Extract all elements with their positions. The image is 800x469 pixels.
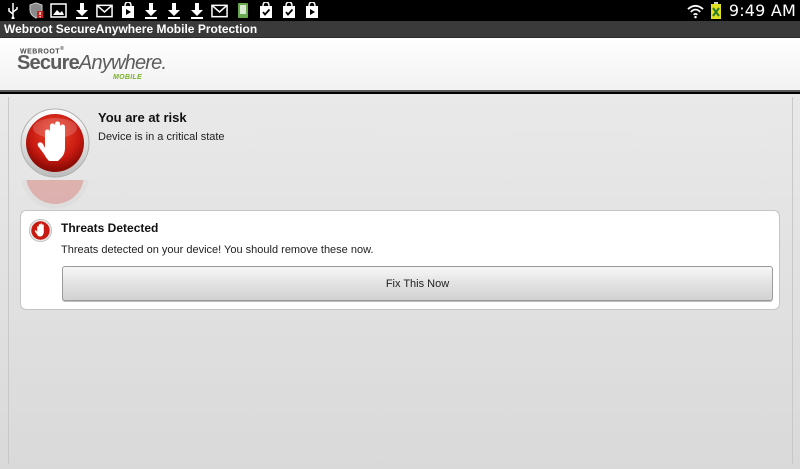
system-status[interactable]: 9:49 AM <box>687 0 796 21</box>
download-icon <box>73 2 90 19</box>
fix-this-now-button[interactable]: Fix This Now <box>62 266 773 301</box>
wifi-icon <box>687 2 704 19</box>
logo-product: SecureAnywhere. <box>17 52 167 74</box>
check-bag-icon <box>280 2 297 19</box>
download-icon <box>188 2 205 19</box>
hand-stop-icon <box>20 108 90 178</box>
play-store-icon <box>119 2 136 19</box>
download-icon <box>165 2 182 19</box>
play-store-icon <box>303 2 320 19</box>
webroot-logo: WEBROOT® SecureAnywhere. MOBILE <box>17 45 167 85</box>
status-bar: 9:49 AM <box>0 0 800 21</box>
shield-alert-icon <box>27 2 44 19</box>
threats-message: Threats detected on your device! You sho… <box>61 244 374 256</box>
notification-icons[interactable] <box>4 2 320 19</box>
gmail-icon <box>211 2 228 19</box>
logo-edition: MOBILE <box>113 74 143 81</box>
usb-icon <box>4 2 21 19</box>
battery-icon <box>708 2 725 19</box>
app-title-bar: Webroot SecureAnywhere Mobile Protection <box>0 21 800 38</box>
threats-title: Threats Detected <box>61 221 159 235</box>
status-title: You are at risk <box>98 110 187 125</box>
app-title: Webroot SecureAnywhere Mobile Protection <box>4 22 258 36</box>
image-icon <box>50 2 67 19</box>
hand-stop-icon <box>29 219 52 242</box>
clock: 9:49 AM <box>728 1 796 20</box>
app-icon <box>234 2 251 19</box>
hand-stop-icon-reflection <box>20 180 90 210</box>
status-subtitle: Device is in a critical state <box>98 131 225 143</box>
download-icon <box>142 2 159 19</box>
check-bag-icon <box>257 2 274 19</box>
gmail-icon <box>96 2 113 19</box>
app-header: WEBROOT® SecureAnywhere. MOBILE <box>0 38 800 92</box>
main-content: You are at risk Device is in a critical … <box>0 94 800 469</box>
threats-card: Threats Detected Threats detected on you… <box>20 210 780 310</box>
